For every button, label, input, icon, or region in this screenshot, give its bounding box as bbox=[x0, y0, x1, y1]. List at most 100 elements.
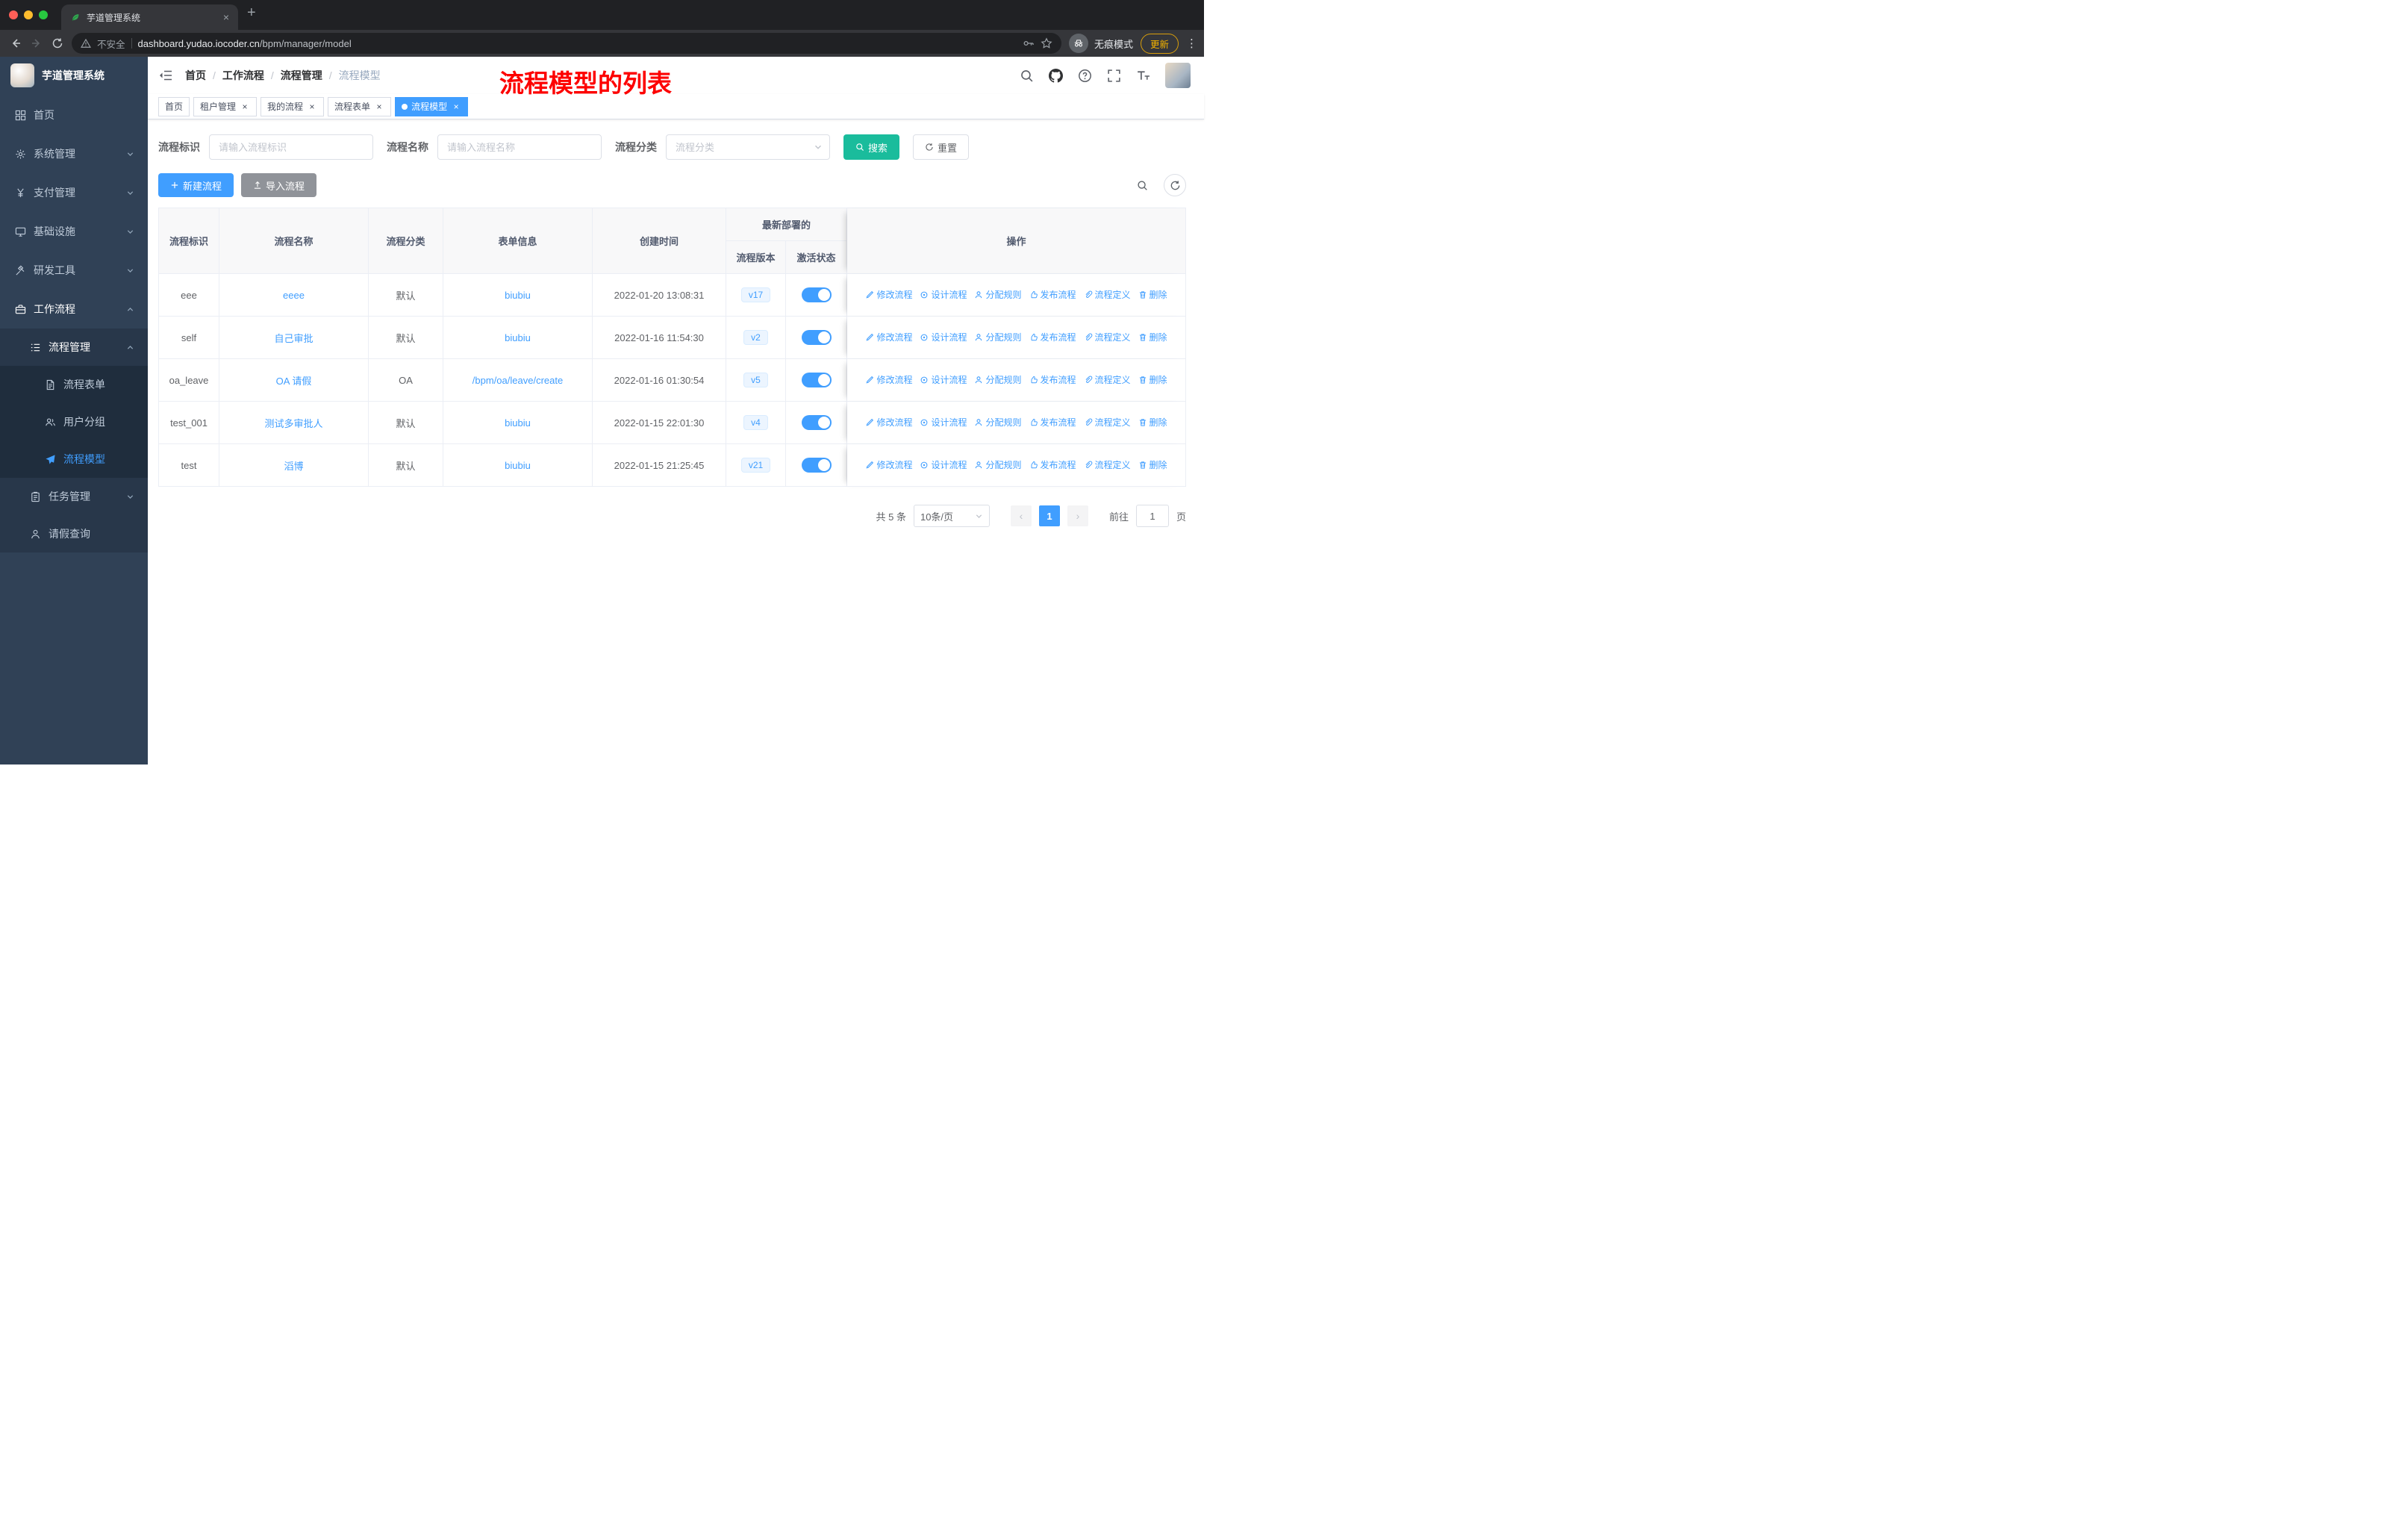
sidebar-item-system-management[interactable]: 系统管理 bbox=[0, 134, 148, 173]
assign-rule-link[interactable]: 分配规则 bbox=[974, 288, 1022, 301]
address-bar[interactable]: 不安全 dashboard.yudao.iocoder.cn/bpm/manag… bbox=[72, 33, 1061, 54]
sidebar-item-user-group[interactable]: 用户分组 bbox=[0, 403, 148, 440]
process-definition-link[interactable]: 流程定义 bbox=[1084, 331, 1131, 343]
active-toggle[interactable] bbox=[801, 415, 832, 430]
delete-link[interactable]: 删除 bbox=[1138, 331, 1167, 343]
help-icon[interactable] bbox=[1078, 69, 1092, 83]
tag-close-icon[interactable]: × bbox=[374, 102, 384, 112]
create-process-button[interactable]: 新建流程 bbox=[158, 173, 234, 197]
tag-tenant-management[interactable]: 租户管理 × bbox=[193, 96, 258, 116]
design-process-link[interactable]: 设计流程 bbox=[920, 373, 967, 386]
publish-process-link[interactable]: 发布流程 bbox=[1029, 458, 1076, 471]
font-size-icon[interactable] bbox=[1136, 69, 1150, 83]
process-name-input[interactable] bbox=[437, 134, 602, 160]
sidebar-item-workflow[interactable]: 工作流程 bbox=[0, 290, 148, 328]
tag-home[interactable]: 首页 bbox=[158, 96, 190, 116]
tab-close-icon[interactable]: × bbox=[220, 11, 232, 23]
reload-button[interactable] bbox=[51, 37, 64, 50]
publish-process-link[interactable]: 发布流程 bbox=[1029, 373, 1076, 386]
breadcrumb-process-management[interactable]: 流程管理 bbox=[281, 68, 322, 83]
edit-process-link[interactable]: 修改流程 bbox=[865, 331, 912, 343]
category-select-input[interactable] bbox=[666, 134, 830, 160]
tag-close-icon[interactable]: × bbox=[451, 102, 461, 112]
breadcrumb-workflow[interactable]: 工作流程 bbox=[222, 68, 264, 83]
tag-close-icon[interactable]: × bbox=[307, 102, 317, 112]
sidebar-item-dev-tools[interactable]: 研发工具 bbox=[0, 251, 148, 290]
goto-page-input[interactable] bbox=[1135, 505, 1169, 527]
sidebar-item-payment-management[interactable]: 支付管理 bbox=[0, 173, 148, 212]
design-process-link[interactable]: 设计流程 bbox=[920, 416, 967, 429]
assign-rule-link[interactable]: 分配规则 bbox=[974, 458, 1022, 471]
design-process-link[interactable]: 设计流程 bbox=[920, 331, 967, 343]
sidebar-item-home[interactable]: 首页 bbox=[0, 96, 148, 134]
next-page-button[interactable]: › bbox=[1067, 505, 1088, 526]
reset-button[interactable]: 重置 bbox=[913, 134, 970, 160]
edit-process-link[interactable]: 修改流程 bbox=[865, 416, 912, 429]
process-definition-link[interactable]: 流程定义 bbox=[1084, 416, 1131, 429]
tag-process-model[interactable]: 流程模型 × bbox=[395, 96, 469, 116]
import-process-button[interactable]: 导入流程 bbox=[241, 173, 317, 197]
active-toggle[interactable] bbox=[801, 373, 832, 387]
header-search-icon[interactable] bbox=[1020, 69, 1034, 83]
process-name-link[interactable]: 自己审批 bbox=[274, 333, 313, 344]
fullscreen-icon[interactable] bbox=[1107, 69, 1121, 83]
publish-process-link[interactable]: 发布流程 bbox=[1029, 331, 1076, 343]
sidebar-item-process-model[interactable]: 流程模型 bbox=[0, 440, 148, 478]
edit-process-link[interactable]: 修改流程 bbox=[865, 373, 912, 386]
process-name-link[interactable]: eeee bbox=[283, 290, 305, 301]
delete-link[interactable]: 删除 bbox=[1138, 373, 1167, 386]
new-tab-button[interactable]: + bbox=[247, 5, 256, 20]
form-info-link[interactable]: biubiu bbox=[505, 290, 531, 301]
prev-page-button[interactable]: ‹ bbox=[1010, 505, 1032, 526]
delete-link[interactable]: 删除 bbox=[1138, 288, 1167, 301]
publish-process-link[interactable]: 发布流程 bbox=[1029, 416, 1076, 429]
page-1-button[interactable]: 1 bbox=[1038, 505, 1060, 526]
process-definition-link[interactable]: 流程定义 bbox=[1084, 373, 1131, 386]
back-button[interactable] bbox=[9, 37, 22, 50]
bookmark-star-icon[interactable] bbox=[1041, 37, 1052, 49]
process-name-link[interactable]: 滔博 bbox=[284, 461, 303, 472]
category-select[interactable] bbox=[666, 134, 830, 160]
user-avatar[interactable] bbox=[1165, 63, 1191, 88]
assign-rule-link[interactable]: 分配规则 bbox=[974, 331, 1022, 343]
process-id-input[interactable] bbox=[209, 134, 373, 160]
breadcrumb-home[interactable]: 首页 bbox=[185, 68, 206, 83]
tag-my-process[interactable]: 我的流程 × bbox=[261, 96, 325, 116]
key-icon[interactable] bbox=[1023, 37, 1035, 49]
sidebar-item-infrastructure[interactable]: 基础设施 bbox=[0, 212, 148, 251]
form-info-link[interactable]: biubiu bbox=[505, 417, 531, 429]
sidebar-item-leave-query[interactable]: 请假查询 bbox=[0, 515, 148, 552]
tag-process-form[interactable]: 流程表单 × bbox=[328, 96, 392, 116]
form-info-link[interactable]: /bpm/oa/leave/create bbox=[472, 375, 563, 386]
sidebar-item-task-management[interactable]: 任务管理 bbox=[0, 478, 148, 515]
process-definition-link[interactable]: 流程定义 bbox=[1084, 288, 1131, 301]
browser-menu-kebab-icon[interactable]: ⋮ bbox=[1186, 37, 1197, 50]
forward-button[interactable] bbox=[30, 37, 43, 50]
refresh-table-button[interactable] bbox=[1164, 174, 1186, 196]
active-toggle[interactable] bbox=[801, 287, 832, 302]
tag-close-icon[interactable]: × bbox=[240, 102, 250, 112]
process-name-link[interactable]: 测试多审批人 bbox=[264, 418, 322, 429]
browser-tab[interactable]: 芋道管理系统 × bbox=[61, 4, 238, 30]
security-label[interactable]: 不安全 bbox=[97, 37, 125, 51]
sidebar-item-process-form[interactable]: 流程表单 bbox=[0, 366, 148, 403]
design-process-link[interactable]: 设计流程 bbox=[920, 288, 967, 301]
edit-process-link[interactable]: 修改流程 bbox=[865, 288, 912, 301]
toggle-search-button[interactable] bbox=[1131, 174, 1153, 196]
active-toggle[interactable] bbox=[801, 330, 832, 345]
active-toggle[interactable] bbox=[801, 458, 832, 473]
update-button[interactable]: 更新 bbox=[1140, 33, 1179, 54]
form-info-link[interactable]: biubiu bbox=[505, 332, 531, 343]
zoom-window-button[interactable] bbox=[39, 10, 48, 19]
sidebar-item-process-management[interactable]: 流程管理 bbox=[0, 328, 148, 366]
delete-link[interactable]: 删除 bbox=[1138, 416, 1167, 429]
process-name-link[interactable]: OA 请假 bbox=[276, 376, 312, 387]
assign-rule-link[interactable]: 分配规则 bbox=[974, 416, 1022, 429]
minimize-window-button[interactable] bbox=[24, 10, 33, 19]
form-info-link[interactable]: biubiu bbox=[505, 460, 531, 471]
design-process-link[interactable]: 设计流程 bbox=[920, 458, 967, 471]
edit-process-link[interactable]: 修改流程 bbox=[865, 458, 912, 471]
process-definition-link[interactable]: 流程定义 bbox=[1084, 458, 1131, 471]
assign-rule-link[interactable]: 分配规则 bbox=[974, 373, 1022, 386]
publish-process-link[interactable]: 发布流程 bbox=[1029, 288, 1076, 301]
